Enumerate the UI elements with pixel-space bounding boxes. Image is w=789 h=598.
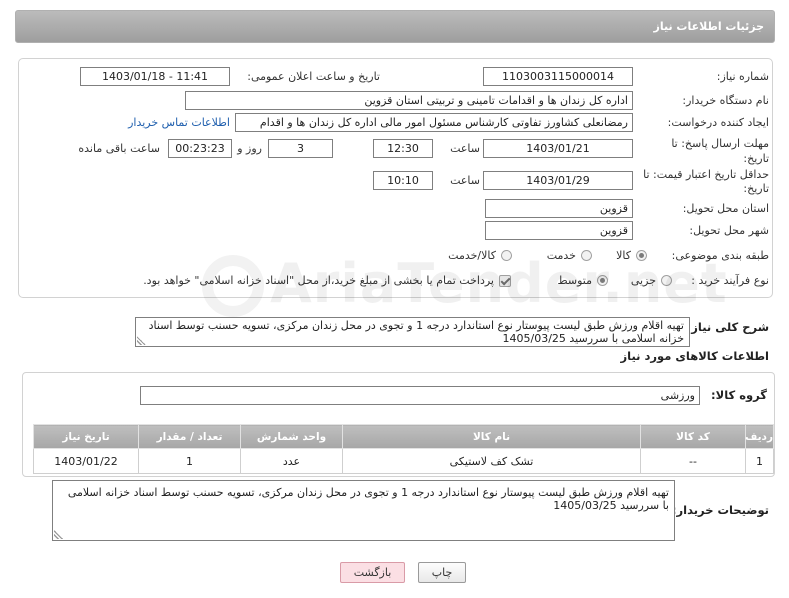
buyer-notes-textarea[interactable]: تهیه اقلام ورزش طبق لیست پیوستار نوع است… bbox=[52, 480, 675, 541]
process-option-medium[interactable]: متوسط bbox=[557, 271, 608, 290]
category-option-service[interactable]: خدمت bbox=[547, 246, 592, 265]
buyer-notes-text: تهیه اقلام ورزش طبق لیست پیوستار نوع است… bbox=[67, 486, 669, 512]
price-validity-label-line2: تاریخ: bbox=[743, 182, 769, 195]
cell-qty: 1 bbox=[138, 448, 241, 474]
category-option-goods-service[interactable]: کالا/خدمت bbox=[448, 246, 512, 265]
process-type-label: نوع فرآیند خرید : bbox=[691, 274, 769, 287]
description-label: شرح کلی نیاز: bbox=[686, 320, 769, 334]
cell-code: -- bbox=[640, 448, 746, 474]
cell-name: تشک کف لاستیکی bbox=[342, 448, 641, 474]
delivery-city-label: شهر محل تحویل: bbox=[689, 224, 769, 237]
category-option-goods-label: کالا bbox=[616, 249, 631, 262]
category-label: طبقه بندی موضوعی: bbox=[671, 249, 769, 262]
process-option-minor-label: جزیی bbox=[630, 274, 656, 287]
buyer-notes-label: توضیحات خریدار: bbox=[671, 503, 769, 517]
price-validity-date-field[interactable]: 1403/01/29 bbox=[483, 171, 633, 190]
goods-group-label: گروه کالا: bbox=[711, 388, 767, 402]
col-header-qty: تعداد / مقدار bbox=[138, 424, 241, 449]
description-text: تهیه اقلام ورزش طبق لیست پیوستار نوع است… bbox=[148, 319, 684, 345]
requester-field[interactable]: رمضانعلی کشاورز تفاوتی کارشناس مسئول امو… bbox=[235, 113, 633, 132]
radio-icon[interactable] bbox=[597, 275, 608, 286]
delivery-city-field[interactable]: قزوین bbox=[485, 221, 633, 240]
resize-grip-icon[interactable] bbox=[54, 530, 63, 539]
treasury-payment-label: پرداخت تمام یا بخشی از مبلغ خرید،از محل … bbox=[143, 274, 494, 287]
remaining-time-label: ساعت باقی مانده bbox=[78, 142, 160, 155]
response-deadline-time-label: ساعت bbox=[450, 142, 480, 155]
requester-label: ایجاد کننده درخواست: bbox=[667, 116, 769, 129]
response-deadline-time-field[interactable]: 12:30 bbox=[373, 139, 433, 158]
category-option-service-label: خدمت bbox=[546, 249, 576, 262]
need-number-field[interactable]: 1103003115000014 bbox=[483, 67, 633, 86]
need-number-label: شماره نیاز: bbox=[716, 70, 769, 83]
category-option-goods-service-label: کالا/خدمت bbox=[448, 249, 496, 262]
print-button[interactable]: چاپ bbox=[418, 562, 466, 583]
radio-icon[interactable] bbox=[501, 250, 512, 261]
radio-icon[interactable] bbox=[636, 250, 647, 261]
cell-row-no: 1 bbox=[745, 448, 774, 474]
remaining-time-field[interactable]: 00:23:23 bbox=[168, 139, 232, 158]
resize-grip-icon[interactable] bbox=[137, 336, 146, 345]
radio-icon[interactable] bbox=[661, 275, 672, 286]
cell-unit: عدد bbox=[240, 448, 343, 474]
buyer-contact-link[interactable]: اطلاعات تماس خریدار bbox=[128, 113, 230, 132]
announce-datetime-label: تاریخ و ساعت اعلان عمومی: bbox=[247, 70, 380, 83]
buyer-org-field[interactable]: اداره کل زندان ها و اقدامات تامینی و ترب… bbox=[185, 91, 633, 110]
remaining-days-label: روز و bbox=[237, 142, 262, 155]
goods-table: ردیف کد کالا نام کالا واحد شمارش تعداد /… bbox=[33, 424, 774, 474]
col-header-row-no: ردیف bbox=[745, 424, 774, 449]
page-header: جزئیات اطلاعات نیاز bbox=[15, 10, 775, 43]
checkbox-icon[interactable] bbox=[499, 274, 511, 287]
category-option-goods[interactable]: کالا bbox=[616, 246, 647, 265]
buyer-org-label: نام دستگاه خریدار: bbox=[682, 94, 769, 107]
process-option-minor[interactable]: جزیی bbox=[631, 271, 672, 290]
process-option-medium-label: متوسط bbox=[557, 274, 592, 287]
col-header-name: نام کالا bbox=[342, 424, 641, 449]
col-header-unit: واحد شمارش bbox=[240, 424, 343, 449]
response-deadline-date-field[interactable]: 1403/01/21 bbox=[483, 139, 633, 158]
response-deadline-label-line2: تاریخ: bbox=[743, 152, 769, 165]
cell-need-date: 1403/01/22 bbox=[33, 448, 139, 474]
table-header-row: ردیف کد کالا نام کالا واحد شمارش تعداد /… bbox=[33, 424, 774, 449]
remaining-days-field[interactable]: 3 bbox=[268, 139, 333, 158]
announce-datetime-field[interactable]: 1403/01/18 - 11:41 bbox=[80, 67, 230, 86]
delivery-province-label: استان محل تحویل: bbox=[682, 202, 769, 215]
col-header-need-date: تاریخ نیاز bbox=[33, 424, 139, 449]
delivery-province-field[interactable]: قزوین bbox=[485, 199, 633, 218]
back-button[interactable]: بازگشت bbox=[340, 562, 405, 583]
price-validity-time-label: ساعت bbox=[450, 174, 480, 187]
response-deadline-label-line1: مهلت ارسال پاسخ: تا bbox=[671, 137, 769, 150]
price-validity-label-line1: حداقل تاریخ اعتبار قیمت: تا bbox=[643, 168, 769, 181]
col-header-code: کد کالا bbox=[640, 424, 746, 449]
radio-icon[interactable] bbox=[581, 250, 592, 261]
treasury-payment-option[interactable]: پرداخت تمام یا بخشی از مبلغ خرید،از محل … bbox=[143, 271, 511, 290]
goods-group-field[interactable]: ورزشی bbox=[140, 386, 700, 405]
need-details-page: جزئیات اطلاعات نیاز شماره نیاز: 11030031… bbox=[0, 0, 789, 598]
table-row[interactable]: 1 -- تشک کف لاستیکی عدد 1 1403/01/22 bbox=[33, 448, 774, 474]
description-textarea[interactable]: تهیه اقلام ورزش طبق لیست پیوستار نوع است… bbox=[135, 317, 690, 347]
price-validity-time-field[interactable]: 10:10 bbox=[373, 171, 433, 190]
page-title: جزئیات اطلاعات نیاز bbox=[653, 20, 765, 33]
goods-section-heading: اطلاعات کالاهای مورد نیاز bbox=[620, 349, 769, 363]
